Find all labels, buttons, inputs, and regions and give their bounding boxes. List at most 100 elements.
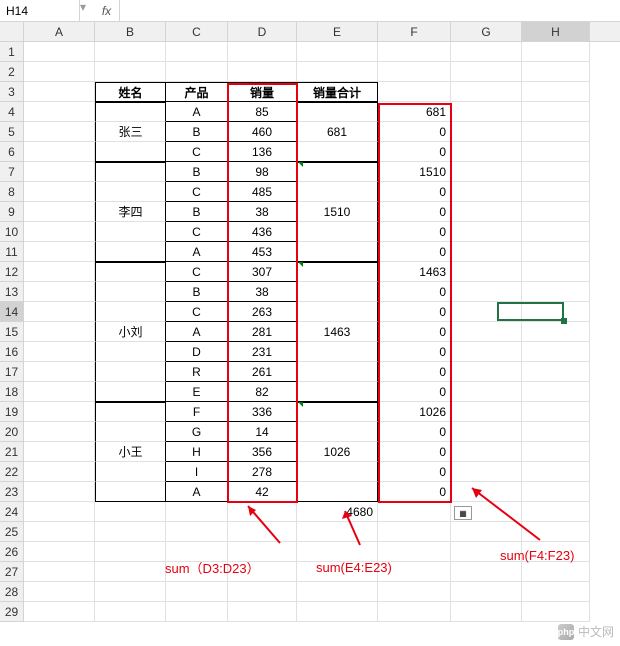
cell[interactable] [451,602,522,622]
cell[interactable] [228,42,297,62]
cell[interactable] [451,482,522,502]
row-header[interactable]: 21 [0,442,24,462]
formula-input[interactable] [120,0,620,21]
cell[interactable] [451,302,522,322]
cell[interactable] [451,202,522,222]
col-header-G[interactable]: G [451,22,522,41]
cell[interactable] [228,62,297,82]
cell-volume[interactable]: 98 [228,162,297,182]
cell[interactable] [451,82,522,102]
col-header-C[interactable]: C [166,22,228,41]
cell-subtotal[interactable]: 681 [297,122,378,142]
cell[interactable] [24,182,95,202]
cell-name[interactable] [95,302,166,322]
cell[interactable] [24,262,95,282]
cell-name[interactable] [95,342,166,362]
cell-subtotal[interactable] [297,282,378,302]
cell-F[interactable]: 0 [378,422,451,442]
row-header[interactable]: 6 [0,142,24,162]
row-header[interactable]: 15 [0,322,24,342]
cell-name[interactable] [95,222,166,242]
cell-product[interactable]: A [166,322,228,342]
cell[interactable] [451,322,522,342]
cell-volume[interactable]: 85 [228,102,297,122]
cell-volume[interactable]: 485 [228,182,297,202]
cell[interactable] [451,362,522,382]
cell-name[interactable]: 李四 [95,202,166,222]
cell[interactable] [24,382,95,402]
col-header-F[interactable]: F [378,22,451,41]
cell[interactable] [228,502,297,522]
row-header[interactable]: 13 [0,282,24,302]
cell-volume[interactable]: 460 [228,122,297,142]
cell-subtotal[interactable]: 1026 [297,442,378,462]
row-header[interactable]: 24 [0,502,24,522]
cell-F[interactable]: 1026 [378,402,451,422]
row-header[interactable]: 2 [0,62,24,82]
cell[interactable] [378,82,451,102]
cell-F[interactable]: 0 [378,282,451,302]
row-header[interactable]: 4 [0,102,24,122]
cell[interactable] [24,202,95,222]
cell[interactable] [378,582,451,602]
row-header[interactable]: 27 [0,562,24,582]
cell[interactable] [24,462,95,482]
row-header[interactable]: 14 [0,302,24,322]
row-header[interactable]: 29 [0,602,24,622]
cell[interactable] [378,542,451,562]
cell[interactable] [522,82,590,102]
cell[interactable] [24,562,95,582]
cell[interactable] [522,442,590,462]
cell[interactable] [451,42,522,62]
cell[interactable] [522,102,590,122]
cell[interactable] [24,302,95,322]
cell[interactable] [522,502,590,522]
cell-name[interactable] [95,142,166,162]
cell[interactable] [522,122,590,142]
cell-subtotal[interactable] [297,362,378,382]
cell[interactable] [451,342,522,362]
cell[interactable] [297,582,378,602]
cell[interactable] [378,62,451,82]
cell-F[interactable]: 0 [378,462,451,482]
cell[interactable] [451,242,522,262]
fill-handle[interactable] [561,318,567,324]
cell-product[interactable]: C [166,302,228,322]
cell[interactable] [297,42,378,62]
cell-name[interactable] [95,242,166,262]
cell[interactable] [378,522,451,542]
cell-volume[interactable]: 436 [228,222,297,242]
cell-subtotal[interactable] [297,482,378,502]
cell[interactable] [166,522,228,542]
cell[interactable] [522,42,590,62]
cell-product[interactable]: A [166,242,228,262]
select-all-cell[interactable] [0,22,24,41]
cell[interactable] [95,522,166,542]
cell[interactable] [24,422,95,442]
cell-name[interactable] [95,162,166,182]
cell[interactable] [451,402,522,422]
cell-F[interactable]: 1510 [378,162,451,182]
col-header-H[interactable]: H [522,22,590,41]
cell[interactable] [451,522,522,542]
cell[interactable] [451,582,522,602]
cell[interactable] [451,62,522,82]
cell[interactable] [451,282,522,302]
cell[interactable] [95,542,166,562]
row-header[interactable]: 3 [0,82,24,102]
cell[interactable] [451,122,522,142]
cell-subtotal[interactable] [297,382,378,402]
cell-product[interactable]: H [166,442,228,462]
row-header[interactable]: 18 [0,382,24,402]
cell[interactable] [95,502,166,522]
cell-volume[interactable]: 231 [228,342,297,362]
cell-subtotal[interactable] [297,462,378,482]
col-header-E[interactable]: E [297,22,378,41]
row-header[interactable]: 16 [0,342,24,362]
row-header[interactable]: 9 [0,202,24,222]
row-header[interactable]: 25 [0,522,24,542]
cell[interactable] [451,262,522,282]
cell-product[interactable]: A [166,102,228,122]
cell[interactable] [451,222,522,242]
cell[interactable] [451,142,522,162]
